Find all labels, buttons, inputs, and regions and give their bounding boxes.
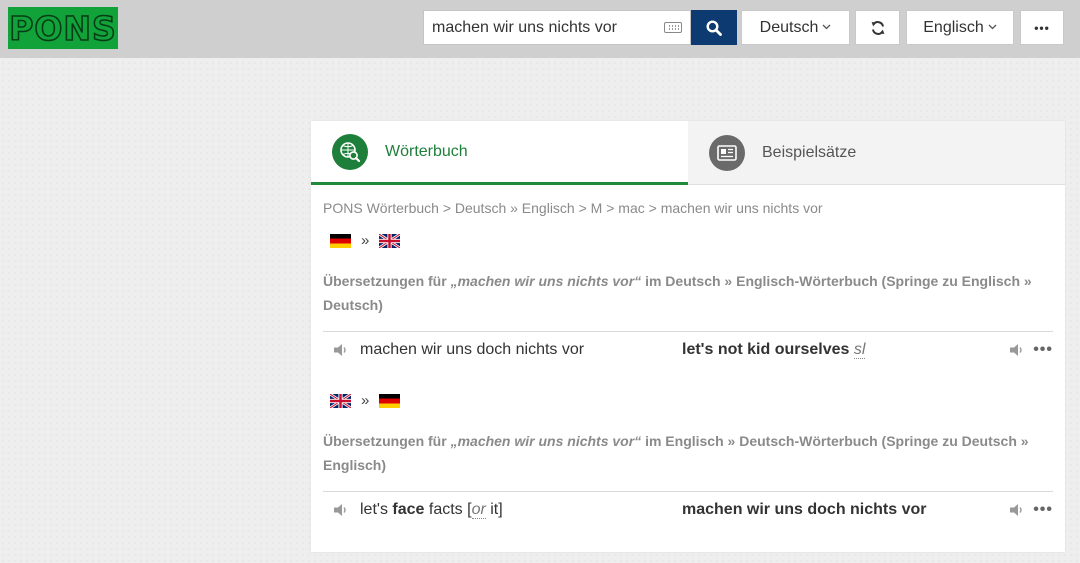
speaker-icon[interactable] xyxy=(333,503,349,517)
speaker-icon[interactable] xyxy=(1009,503,1025,517)
search-icon xyxy=(706,19,722,36)
or-abbreviation[interactable]: or xyxy=(471,501,486,519)
target-text: let's not kid ourselves sl xyxy=(682,341,866,359)
uk-flag-icon xyxy=(379,233,401,248)
heading-prefix: Übersetzungen für xyxy=(323,433,451,449)
breadcrumb: PONS Wörterbuch > Deutsch » Englisch > M… xyxy=(323,200,823,216)
pons-logo[interactable]: PONS xyxy=(8,7,118,49)
direction-arrow: » xyxy=(361,392,370,409)
swap-icon xyxy=(871,20,884,35)
target-phrase: let's not kid ourselves xyxy=(682,341,850,358)
example-sentences-icon xyxy=(709,134,745,171)
search-box[interactable] xyxy=(423,10,691,45)
target-language-dropdown[interactable]: Englisch xyxy=(906,10,1014,45)
translations-heading-de-en: Übersetzungen für „machen wir uns nichts… xyxy=(323,269,1043,317)
register-label[interactable]: sl xyxy=(853,341,866,359)
tab-label: Beispielsätze xyxy=(762,143,857,161)
tab-woerterbuch[interactable]: Wörterbuch xyxy=(311,121,688,185)
uk-flag-icon xyxy=(330,393,351,408)
chevron-down-icon xyxy=(822,22,831,33)
tab-label: Wörterbuch xyxy=(385,142,468,160)
source-text: machen wir uns doch nichts vor xyxy=(360,341,584,359)
heading-query: „machen wir uns nichts vor“ xyxy=(450,433,642,449)
direction-arrow: » xyxy=(361,232,370,249)
source-part: facts [ xyxy=(424,501,472,518)
top-bar: PONS Deutsch Englisch ••• xyxy=(0,0,1080,58)
source-language-dropdown[interactable]: Deutsch xyxy=(741,10,850,45)
chevron-down-icon xyxy=(988,22,997,33)
target-language-label: Englisch xyxy=(923,18,984,36)
entry-more-button[interactable]: ••• xyxy=(1033,501,1053,519)
source-text: let's face facts [or it] xyxy=(360,501,503,519)
more-menu-button[interactable]: ••• xyxy=(1020,10,1064,45)
source-language-label: Deutsch xyxy=(759,18,819,36)
speaker-icon[interactable] xyxy=(1009,343,1025,357)
search-input[interactable] xyxy=(432,18,658,37)
tab-bar: Wörterbuch Beispielsätze xyxy=(311,121,1065,185)
swap-languages-button[interactable] xyxy=(855,10,900,45)
entry-more-button[interactable]: ••• xyxy=(1033,341,1053,359)
translations-heading-en-de: Übersetzungen für „machen wir uns nichts… xyxy=(323,429,1043,477)
translation-row: let's face facts [or it] machen wir uns … xyxy=(323,492,1053,528)
heading-prefix: Übersetzungen für xyxy=(323,273,451,289)
speaker-icon[interactable] xyxy=(333,343,349,357)
translation-row: machen wir uns doch nichts vor let's not… xyxy=(323,332,1053,368)
more-icon: ••• xyxy=(1034,20,1050,35)
dictionary-search-icon xyxy=(332,133,368,170)
language-direction-de-en: » xyxy=(330,232,401,249)
source-part: machen wir uns doch nichts vor xyxy=(360,341,585,358)
german-flag-icon xyxy=(330,233,351,248)
results-card: Wörterbuch Beispielsätze PONS Wörterbuch… xyxy=(311,121,1065,552)
tab-beispielsaetze[interactable]: Beispielsätze xyxy=(688,121,1065,185)
target-phrase: machen wir uns doch nichts vor xyxy=(682,501,927,518)
source-part: let's xyxy=(360,501,393,518)
target-text: machen wir uns doch nichts vor xyxy=(682,501,927,519)
keyboard-icon[interactable] xyxy=(664,22,682,33)
source-headword: face xyxy=(392,501,425,518)
logo-text: PONS xyxy=(8,8,117,49)
heading-query: „machen wir uns nichts vor“ xyxy=(450,273,642,289)
source-part: it] xyxy=(485,501,503,518)
search-button[interactable] xyxy=(691,10,737,45)
language-direction-en-de: » xyxy=(330,392,401,409)
german-flag-icon xyxy=(379,393,401,408)
